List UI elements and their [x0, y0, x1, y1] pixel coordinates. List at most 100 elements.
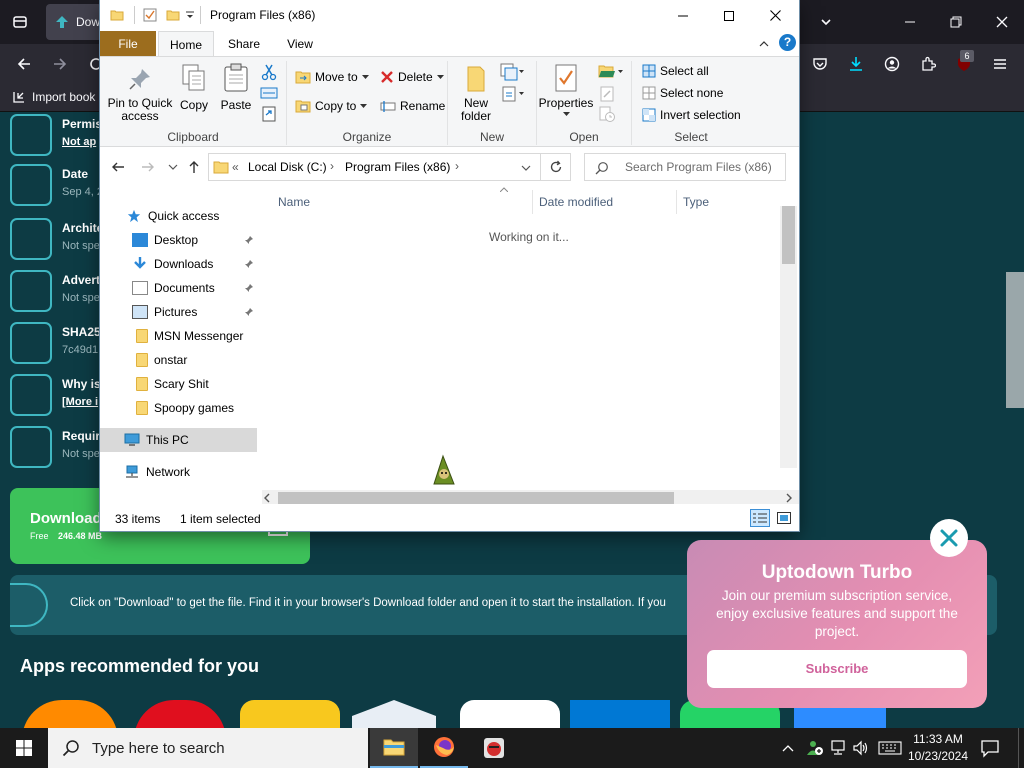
edit-icon[interactable]: [598, 85, 616, 103]
forward-arrow-icon[interactable]: [140, 159, 156, 175]
copy-to-button[interactable]: Copy to: [295, 99, 368, 113]
paste-shortcut-icon[interactable]: [260, 105, 278, 123]
back-arrow-icon[interactable]: [10, 50, 38, 78]
nav-pinned-desktop[interactable]: Desktop: [100, 228, 260, 252]
nav-folder-item[interactable]: Spoopy games: [100, 396, 260, 420]
account-icon[interactable]: [878, 50, 906, 78]
delete-button[interactable]: Delete: [380, 70, 444, 84]
app-thumbnail[interactable]: [352, 700, 436, 728]
new-folder-quick-icon[interactable]: [166, 8, 180, 22]
app-thumbnail[interactable]: [570, 700, 670, 728]
open-folder-icon[interactable]: [598, 63, 626, 81]
app-thumbnail[interactable]: [22, 700, 118, 728]
properties-quick-icon[interactable]: [143, 8, 157, 22]
popup-close-button[interactable]: [930, 519, 968, 557]
downloads-icon[interactable]: [842, 50, 870, 78]
maximize-button[interactable]: [706, 0, 752, 31]
pocket-icon[interactable]: [806, 50, 834, 78]
nav-pinned-downloads[interactable]: Downloads: [100, 252, 260, 276]
network-status-icon[interactable]: [830, 740, 848, 756]
breadcrumb-program-files[interactable]: Program Files (x86): [345, 160, 450, 174]
nav-this-pc[interactable]: This PC: [100, 428, 257, 452]
column-header-name[interactable]: Name: [278, 195, 310, 209]
taskbar-file-explorer[interactable]: [370, 728, 418, 768]
column-header-type[interactable]: Type: [683, 195, 709, 209]
search-box[interactable]: Search Program Files (x86): [584, 153, 786, 181]
subscribe-button[interactable]: Subscribe: [707, 650, 967, 688]
large-icons-view-button[interactable]: [774, 509, 794, 527]
minimize-button[interactable]: [660, 0, 706, 31]
details-view-button[interactable]: [750, 509, 770, 527]
browser-restore-button[interactable]: [942, 8, 970, 36]
recent-locations-chevron-icon[interactable]: [168, 163, 178, 171]
copy-button[interactable]: Copy: [178, 63, 210, 112]
help-icon[interactable]: ?: [779, 34, 796, 51]
notifications-icon[interactable]: [980, 738, 1000, 758]
select-all-button[interactable]: Select all: [642, 64, 709, 78]
breadcrumb-local-disk[interactable]: Local Disk (C:): [248, 160, 327, 174]
volume-icon[interactable]: [852, 740, 870, 756]
app-thumbnail[interactable]: [134, 700, 226, 728]
nav-quick-access[interactable]: Quick access: [100, 204, 260, 228]
info-value[interactable]: Not ap: [62, 136, 96, 148]
explorer-title-bar[interactable]: Program Files (x86): [100, 0, 799, 31]
nav-network[interactable]: Network: [100, 460, 260, 484]
forward-arrow-icon[interactable]: [46, 50, 74, 78]
taskbar-firefox[interactable]: [420, 728, 468, 768]
extensions-icon[interactable]: [914, 50, 942, 78]
tab-share[interactable]: Share: [216, 31, 272, 56]
info-value[interactable]: [More i: [62, 396, 98, 408]
back-arrow-icon[interactable]: [110, 159, 126, 175]
vertical-scrollbar[interactable]: [780, 206, 797, 468]
scroll-left-icon[interactable]: [263, 493, 271, 503]
pin-to-quick-access-button[interactable]: Pin to Quick access: [106, 67, 174, 123]
taskbar-angry-birds[interactable]: [470, 728, 518, 768]
tab-home[interactable]: Home: [158, 31, 214, 56]
properties-button[interactable]: Properties: [538, 63, 594, 117]
refresh-button[interactable]: [541, 153, 571, 181]
paste-button[interactable]: Paste: [220, 63, 252, 112]
scroll-right-icon[interactable]: [785, 493, 793, 503]
address-bar[interactable]: « Local Disk (C:) › Program Files (x86) …: [208, 153, 541, 181]
up-arrow-icon[interactable]: [186, 159, 202, 175]
tab-list-icon[interactable]: [6, 8, 34, 36]
move-to-button[interactable]: Move to: [295, 70, 369, 84]
app-thumbnail[interactable]: [460, 700, 560, 728]
column-header-date-modified[interactable]: Date modified: [539, 195, 613, 209]
tab-overflow-chevron-icon[interactable]: [812, 8, 840, 36]
easy-access-icon[interactable]: [500, 85, 524, 103]
new-folder-button[interactable]: New folder: [456, 65, 496, 123]
quick-access-dropdown-icon[interactable]: [185, 10, 195, 20]
import-bookmarks-link[interactable]: Import book: [12, 90, 95, 104]
close-button[interactable]: [752, 0, 798, 31]
breadcrumb-overflow[interactable]: «: [232, 160, 239, 174]
browser-close-button[interactable]: [988, 8, 1016, 36]
select-none-button[interactable]: Select none: [642, 86, 723, 100]
copy-path-icon[interactable]: [260, 85, 278, 101]
browser-minimize-button[interactable]: [896, 8, 924, 36]
collapse-ribbon-chevron-icon[interactable]: [758, 38, 770, 50]
show-desktop-button[interactable]: [1018, 728, 1024, 768]
browser-tab[interactable]: Dow: [46, 4, 102, 40]
rename-button[interactable]: Rename: [380, 99, 445, 113]
people-icon[interactable]: [806, 739, 824, 757]
nav-folder-item[interactable]: onstar: [100, 348, 260, 372]
address-history-chevron-icon[interactable]: [521, 164, 531, 172]
nav-folder-item[interactable]: Scary Shit: [100, 372, 260, 396]
show-hidden-icons-chevron-icon[interactable]: [780, 740, 796, 756]
app-menu-icon[interactable]: [986, 50, 1014, 78]
taskbar-search-box[interactable]: Type here to search: [48, 728, 368, 768]
horizontal-scrollbar-thumb[interactable]: [278, 492, 674, 504]
system-clock[interactable]: 11:33 AM 10/23/2024: [906, 731, 970, 765]
tab-file[interactable]: File: [100, 31, 156, 56]
history-icon[interactable]: [598, 105, 616, 123]
nav-folder-item[interactable]: MSN Messenger: [100, 324, 260, 348]
touch-keyboard-icon[interactable]: [878, 741, 902, 755]
cut-icon[interactable]: [260, 63, 278, 81]
new-item-icon[interactable]: [500, 63, 524, 81]
tab-view[interactable]: View: [272, 31, 328, 56]
invert-selection-button[interactable]: Invert selection: [642, 108, 741, 122]
start-button[interactable]: [0, 728, 48, 768]
nav-pinned-documents[interactable]: Documents: [100, 276, 260, 300]
app-thumbnail[interactable]: [240, 700, 340, 728]
